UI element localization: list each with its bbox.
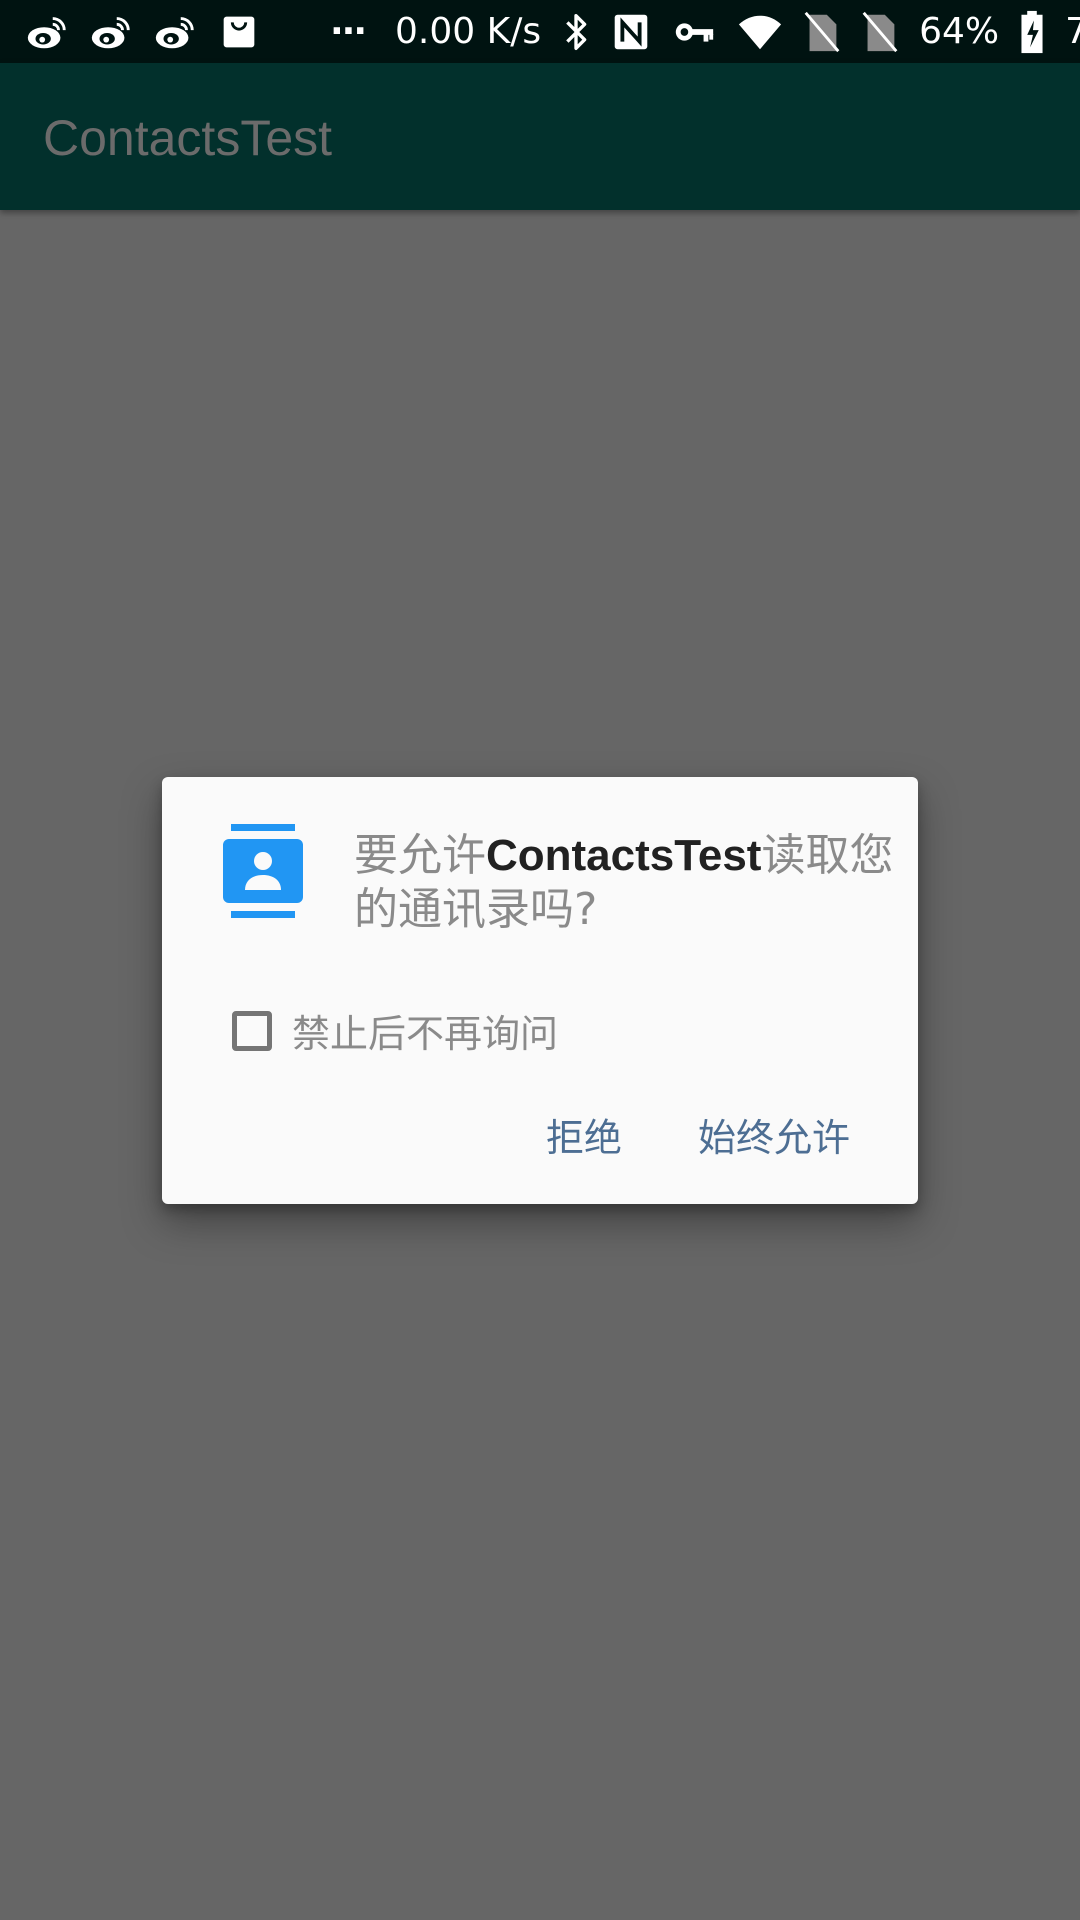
wifi-icon: [737, 9, 783, 55]
bluetooth-icon: [561, 9, 591, 55]
message-prefix: 要允许: [354, 830, 486, 881]
message-app-name: ContactsTest: [486, 831, 762, 880]
no-sim-icon: [803, 9, 841, 55]
permission-message: 要允许ContactsTest读取您的通讯录吗?: [354, 829, 894, 937]
screen: ··· 0.00 K/s 64% 7 ContactsTest 要允许Conta…: [0, 0, 1080, 1920]
app-bar: ContactsTest: [0, 63, 1080, 210]
system-icons: 0.00 K/s 64% 7:25: [395, 9, 1080, 55]
nfc-icon: [611, 9, 651, 55]
shopping-bag-icon: [216, 9, 262, 55]
dont-ask-again-label: 禁止后不再询问: [292, 1012, 559, 1056]
permission-dialog: 要允许ContactsTest读取您的通讯录吗? 禁止后不再询问 拒绝 始终允许: [162, 777, 918, 1204]
battery-percent: 64%: [919, 10, 1000, 52]
clock: 7:25: [1065, 10, 1080, 52]
vpn-key-icon: [671, 9, 717, 55]
network-speed: 0.00 K/s: [395, 10, 542, 52]
contacts-icon: [223, 824, 303, 918]
weibo-icon: [152, 9, 198, 55]
more-notifications-icon: ···: [330, 11, 367, 52]
weibo-icon: [24, 9, 70, 55]
status-bar: ··· 0.00 K/s 64% 7: [0, 0, 1080, 63]
notification-icons: ···: [24, 9, 395, 55]
weibo-icon: [88, 9, 134, 55]
no-sim-icon: [861, 9, 899, 55]
deny-button[interactable]: 拒绝: [546, 1107, 622, 1162]
battery-charging-icon: [1019, 9, 1045, 55]
dont-ask-again-option[interactable]: 禁止后不再询问: [232, 1003, 558, 1058]
dont-ask-again-checkbox[interactable]: [232, 1010, 272, 1051]
app-title: ContactsTest: [43, 110, 333, 166]
always-allow-button[interactable]: 始终允许: [698, 1107, 850, 1162]
